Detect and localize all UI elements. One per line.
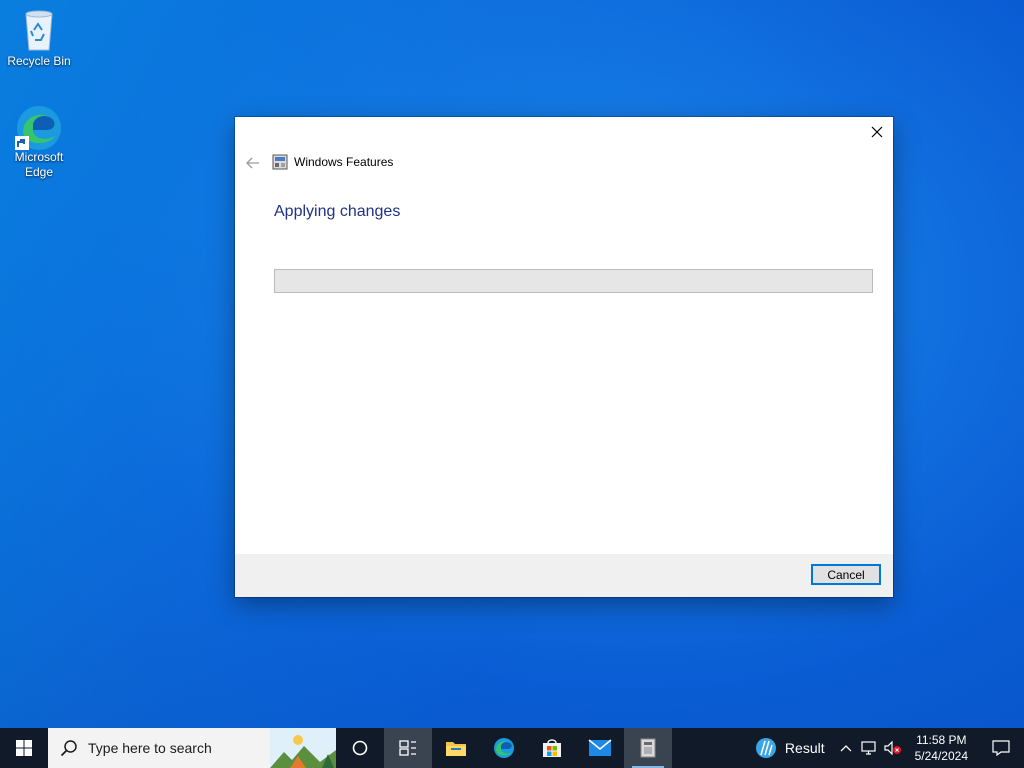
windows-features-icon <box>272 154 288 170</box>
windows-features-icon <box>640 738 656 758</box>
taskbar-edge[interactable] <box>480 728 528 768</box>
search-placeholder: Type here to search <box>88 740 212 756</box>
taskbar-mail[interactable] <box>576 728 624 768</box>
edge-icon <box>494 738 514 758</box>
dialog-title-row: Windows Features <box>272 154 393 170</box>
clock-date: 5/24/2024 <box>914 749 968 763</box>
desktop-icon-edge[interactable]: Microsoft Edge <box>1 104 77 180</box>
notifications-button[interactable] <box>978 728 1024 768</box>
weather-widget[interactable]: Result <box>755 737 825 759</box>
taskbar-store[interactable] <box>528 728 576 768</box>
search-icon <box>60 740 77 757</box>
network-icon <box>861 741 876 755</box>
edge-label: Microsoft Edge <box>14 150 64 179</box>
search-highlight-icon <box>270 728 336 768</box>
recycle-bin-label: Recycle Bin <box>7 54 71 68</box>
edge-icon <box>15 104 61 150</box>
system-tray: Result 11:58 PM 5/24/2024 <box>755 728 1024 768</box>
cancel-button[interactable]: Cancel <box>811 564 881 585</box>
progress-bar <box>274 269 873 293</box>
show-hidden-icons-button[interactable] <box>835 728 857 768</box>
applying-changes-heading: Applying changes <box>274 203 401 220</box>
folder-icon <box>446 742 466 756</box>
weather-icon <box>755 738 776 758</box>
dialog-footer: Cancel <box>235 554 893 597</box>
clock[interactable]: 11:58 PM 5/24/2024 <box>915 732 968 764</box>
search-input[interactable]: Type here to search <box>48 728 336 768</box>
network-button[interactable] <box>857 728 881 768</box>
back-arrow-icon <box>246 157 259 169</box>
volume-muted-icon <box>884 741 901 755</box>
dialog-title: Windows Features <box>294 155 394 169</box>
clock-time: 11:58 PM <box>916 733 967 747</box>
mail-icon <box>588 739 612 756</box>
close-button[interactable] <box>861 117 893 147</box>
start-button[interactable] <box>0 728 48 768</box>
close-icon <box>871 126 883 138</box>
weather-label: Result <box>784 740 825 756</box>
store-icon <box>543 739 561 757</box>
windows-features-dialog: Windows Features Applying changes Cancel <box>235 117 893 597</box>
notification-icon <box>992 740 1010 756</box>
chevron-up-icon <box>840 745 852 752</box>
taskbar-file-explorer[interactable] <box>432 728 480 768</box>
volume-button[interactable] <box>881 728 905 768</box>
windows-logo-icon <box>16 740 32 756</box>
taskbar-windows-features[interactable] <box>624 728 672 768</box>
back-button[interactable] <box>243 153 263 173</box>
taskbar-task-view[interactable] <box>384 728 432 768</box>
taskbar: Type here to search Result 11:58 PM 5/24… <box>0 728 1024 768</box>
circle-icon <box>352 740 368 756</box>
task-view-icon <box>399 740 416 756</box>
taskbar-cortana[interactable] <box>336 728 384 768</box>
desktop-icon-recycle-bin[interactable]: Recycle Bin <box>1 8 77 69</box>
recycle-bin-icon <box>19 8 59 52</box>
